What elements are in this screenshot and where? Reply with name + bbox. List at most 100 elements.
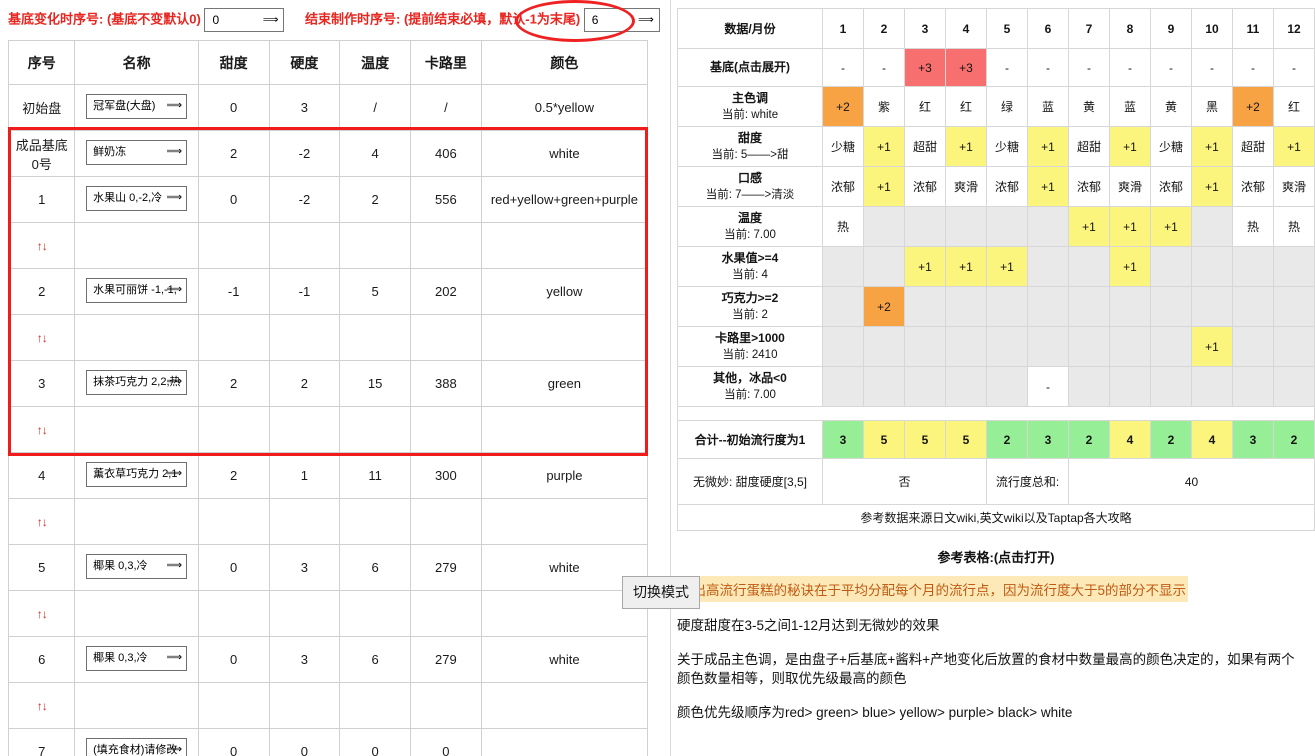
swap-button[interactable]: ↑↓ [7,406,76,453]
metric-cell[interactable] [1191,246,1233,287]
metric-cell[interactable]: +1 [1191,166,1233,207]
metric-cell[interactable] [1273,366,1315,407]
metric-cell[interactable]: +1 [986,246,1028,287]
metric-cell[interactable]: - [1027,366,1069,407]
metric-cell[interactable] [863,206,905,247]
ingredient-select[interactable]: 水果可丽饼 -1,-1, ⟹ [86,277,188,303]
metric-cell[interactable]: 浓郁 [1150,166,1192,207]
metric-label[interactable]: 基底(点击展开) [677,48,823,87]
base-change-select[interactable]: 0 ⟹ [204,8,285,32]
metric-cell[interactable]: 超甜 [1232,126,1274,167]
metric-cell[interactable]: - [822,48,864,87]
metric-cell[interactable]: 蓝 [1027,86,1069,127]
metric-cell[interactable]: 少糖 [822,126,864,167]
metric-cell[interactable]: 黄 [1068,86,1110,127]
metric-cell[interactable] [945,326,987,367]
metric-cell[interactable]: - [1232,48,1274,87]
metric-cell[interactable]: +1 [863,166,905,207]
metric-cell[interactable] [1109,326,1151,367]
metric-cell[interactable]: 热 [822,206,864,247]
reference-table-link[interactable]: 参考表格:(点击打开) [677,547,1315,566]
metric-cell[interactable]: 浓郁 [1068,166,1110,207]
metric-cell[interactable]: 浓郁 [904,166,946,207]
metric-cell[interactable] [1027,246,1069,287]
metric-cell[interactable] [822,366,864,407]
metric-cell[interactable] [1109,286,1151,327]
metric-cell[interactable] [1150,366,1192,407]
metric-cell[interactable]: - [1273,48,1315,87]
metric-cell[interactable]: +1 [1109,126,1151,167]
metric-cell[interactable]: +1 [904,246,946,287]
metric-cell[interactable] [1191,286,1233,327]
ingredient-select[interactable]: 抹茶巧克力 2,2,热 ⟹ [86,369,188,395]
metric-cell[interactable]: 紫 [863,86,905,127]
metric-cell[interactable] [904,206,946,247]
metric-cell[interactable] [1191,206,1233,247]
metric-cell[interactable] [1232,286,1274,327]
swap-button[interactable]: ↑↓ [7,590,76,637]
ingredient-select[interactable]: 鲜奶冻 ⟹ [86,139,188,165]
metric-cell[interactable]: +1 [1150,206,1192,247]
metric-cell[interactable] [1150,246,1192,287]
metric-cell[interactable]: 爽滑 [1273,166,1315,207]
metric-cell[interactable] [1068,286,1110,327]
metric-cell[interactable] [822,326,864,367]
metric-cell[interactable] [1109,366,1151,407]
metric-row[interactable]: 基底(点击展开) - - +3 +3- - - - - - - - [677,48,1315,87]
metric-cell[interactable]: - [1191,48,1233,87]
metric-cell[interactable] [904,366,946,407]
swap-button[interactable]: ↑↓ [7,314,76,361]
metric-cell[interactable]: 红 [904,86,946,127]
metric-cell[interactable] [1027,206,1069,247]
metric-cell[interactable]: - [1150,48,1192,87]
swap-button[interactable]: ↑↓ [7,222,76,269]
metric-cell[interactable] [986,286,1028,327]
metric-cell[interactable]: +1 [945,126,987,167]
metric-cell[interactable]: 红 [945,86,987,127]
metric-cell[interactable] [1150,326,1192,367]
ingredient-select[interactable]: 椰果 0,3,冷 ⟹ [86,553,188,579]
metric-cell[interactable]: +1 [1068,206,1110,247]
metric-cell[interactable] [1191,366,1233,407]
metric-cell[interactable]: - [863,48,905,87]
metric-cell[interactable] [1068,366,1110,407]
metric-cell[interactable]: - [1109,48,1151,87]
metric-cell[interactable] [822,286,864,327]
metric-cell[interactable] [863,366,905,407]
metric-cell[interactable]: +1 [863,126,905,167]
metric-cell[interactable] [1273,246,1315,287]
metric-cell[interactable] [986,366,1028,407]
metric-cell[interactable]: +2 [822,86,864,127]
metric-cell[interactable]: +1 [1191,326,1233,367]
metric-cell[interactable]: 绿 [986,86,1028,127]
metric-cell[interactable]: 浓郁 [822,166,864,207]
metric-cell[interactable]: 黄 [1150,86,1192,127]
metric-cell[interactable]: +1 [1109,206,1151,247]
metric-cell[interactable]: - [1068,48,1110,87]
metric-cell[interactable] [1232,326,1274,367]
metric-cell[interactable] [1232,366,1274,407]
metric-cell[interactable] [1068,326,1110,367]
metric-cell[interactable] [1027,326,1069,367]
metric-cell[interactable]: +1 [1273,126,1315,167]
metric-cell[interactable]: 少糖 [986,126,1028,167]
metric-cell[interactable] [863,326,905,367]
metric-cell[interactable] [945,286,987,327]
metric-cell[interactable]: +1 [1027,126,1069,167]
metric-cell[interactable]: - [1027,48,1069,87]
metric-cell[interactable]: +1 [1109,246,1151,287]
metric-cell[interactable] [1068,246,1110,287]
metric-cell[interactable] [945,206,987,247]
metric-cell[interactable]: +1 [1191,126,1233,167]
metric-cell[interactable]: +2 [863,286,905,327]
metric-cell[interactable]: 黑 [1191,86,1233,127]
metric-cell[interactable]: 蓝 [1109,86,1151,127]
metric-cell[interactable]: 超甜 [1068,126,1110,167]
metric-cell[interactable]: 热 [1232,206,1274,247]
ingredient-select[interactable]: (填充食材)请修改 ⟹ [86,737,188,756]
metric-cell[interactable]: +3 [945,48,987,87]
metric-cell[interactable] [822,246,864,287]
metric-cell[interactable]: 爽滑 [945,166,987,207]
metric-cell[interactable] [1027,286,1069,327]
metric-cell[interactable] [904,326,946,367]
